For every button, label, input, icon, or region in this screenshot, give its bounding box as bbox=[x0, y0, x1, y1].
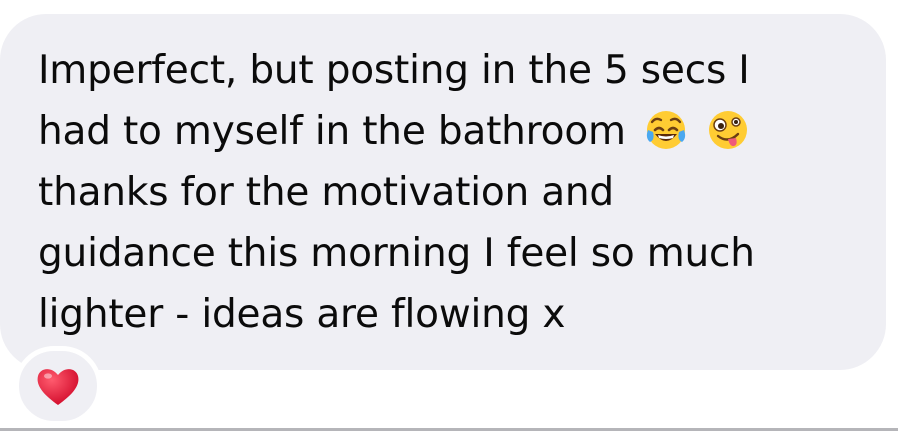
message-line-with-emojis: had to myself in the bathroom bbox=[38, 101, 846, 162]
face-with-tears-of-joy-icon bbox=[644, 108, 688, 152]
message-bubble[interactable]: Imperfect, but posting in the 5 secs I h… bbox=[0, 14, 886, 370]
message-line: thanks for the motivation and bbox=[38, 170, 614, 215]
zany-face-icon bbox=[706, 108, 750, 152]
message-line-text: had to myself in the bathroom bbox=[38, 109, 626, 154]
reaction-badge[interactable] bbox=[14, 346, 102, 426]
message-line: lighter - ideas are flowing x bbox=[38, 292, 566, 337]
message-line: guidance this morning I feel so much bbox=[38, 231, 755, 276]
message-line: Imperfect, but posting in the 5 secs I bbox=[38, 48, 750, 93]
red-heart-icon bbox=[37, 369, 79, 405]
